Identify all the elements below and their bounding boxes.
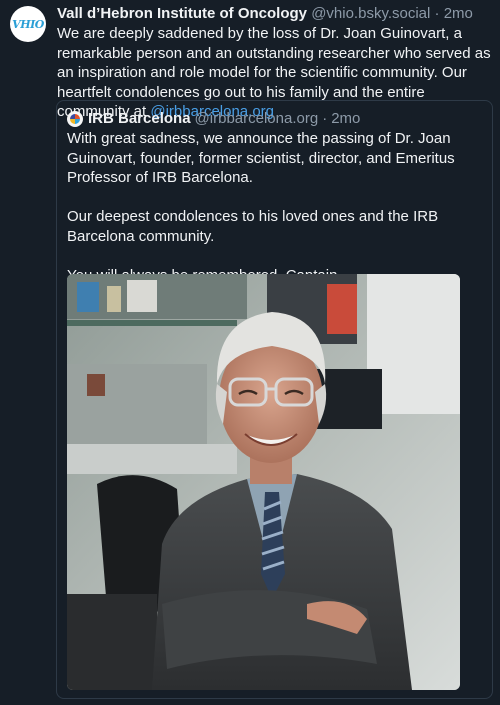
author-display-name[interactable]: Vall d’Hebron Institute of Oncology — [57, 5, 307, 22]
post: VHIO Vall d’Hebron Institute of Oncology… — [0, 0, 500, 705]
quote-body: With great sadness, we announce the pass… — [67, 129, 487, 285]
portrait-image — [67, 274, 460, 690]
quote-separator-dot: · — [322, 110, 328, 127]
post-header: Vall d’Hebron Institute of Oncology @vhi… — [57, 4, 473, 24]
separator-dot: · — [434, 5, 440, 22]
post-time[interactable]: 2mo — [444, 5, 473, 22]
portrait-photo[interactable] — [67, 274, 460, 690]
irb-logo-icon — [70, 114, 80, 124]
quote-header: IRB Barcelona @irbbarcelona.org · 2mo — [67, 109, 360, 129]
quote-paragraph: With great sadness, we announce the pass… — [67, 130, 455, 186]
author-handle[interactable]: @vhio.bsky.social — [311, 5, 430, 22]
quoted-post[interactable]: IRB Barcelona @irbbarcelona.org · 2mo Wi… — [56, 100, 493, 699]
quote-post-time[interactable]: 2mo — [331, 109, 360, 129]
quote-author-avatar[interactable] — [67, 111, 83, 127]
avatar-logo-text: VHIO — [12, 17, 44, 31]
author-avatar[interactable]: VHIO — [10, 6, 46, 42]
quote-paragraph: Our deepest condolences to his loved one… — [67, 208, 439, 245]
quote-author-display-name[interactable]: IRB Barcelona — [88, 109, 191, 129]
quote-author-handle[interactable]: @irbbarcelona.org — [195, 109, 319, 129]
